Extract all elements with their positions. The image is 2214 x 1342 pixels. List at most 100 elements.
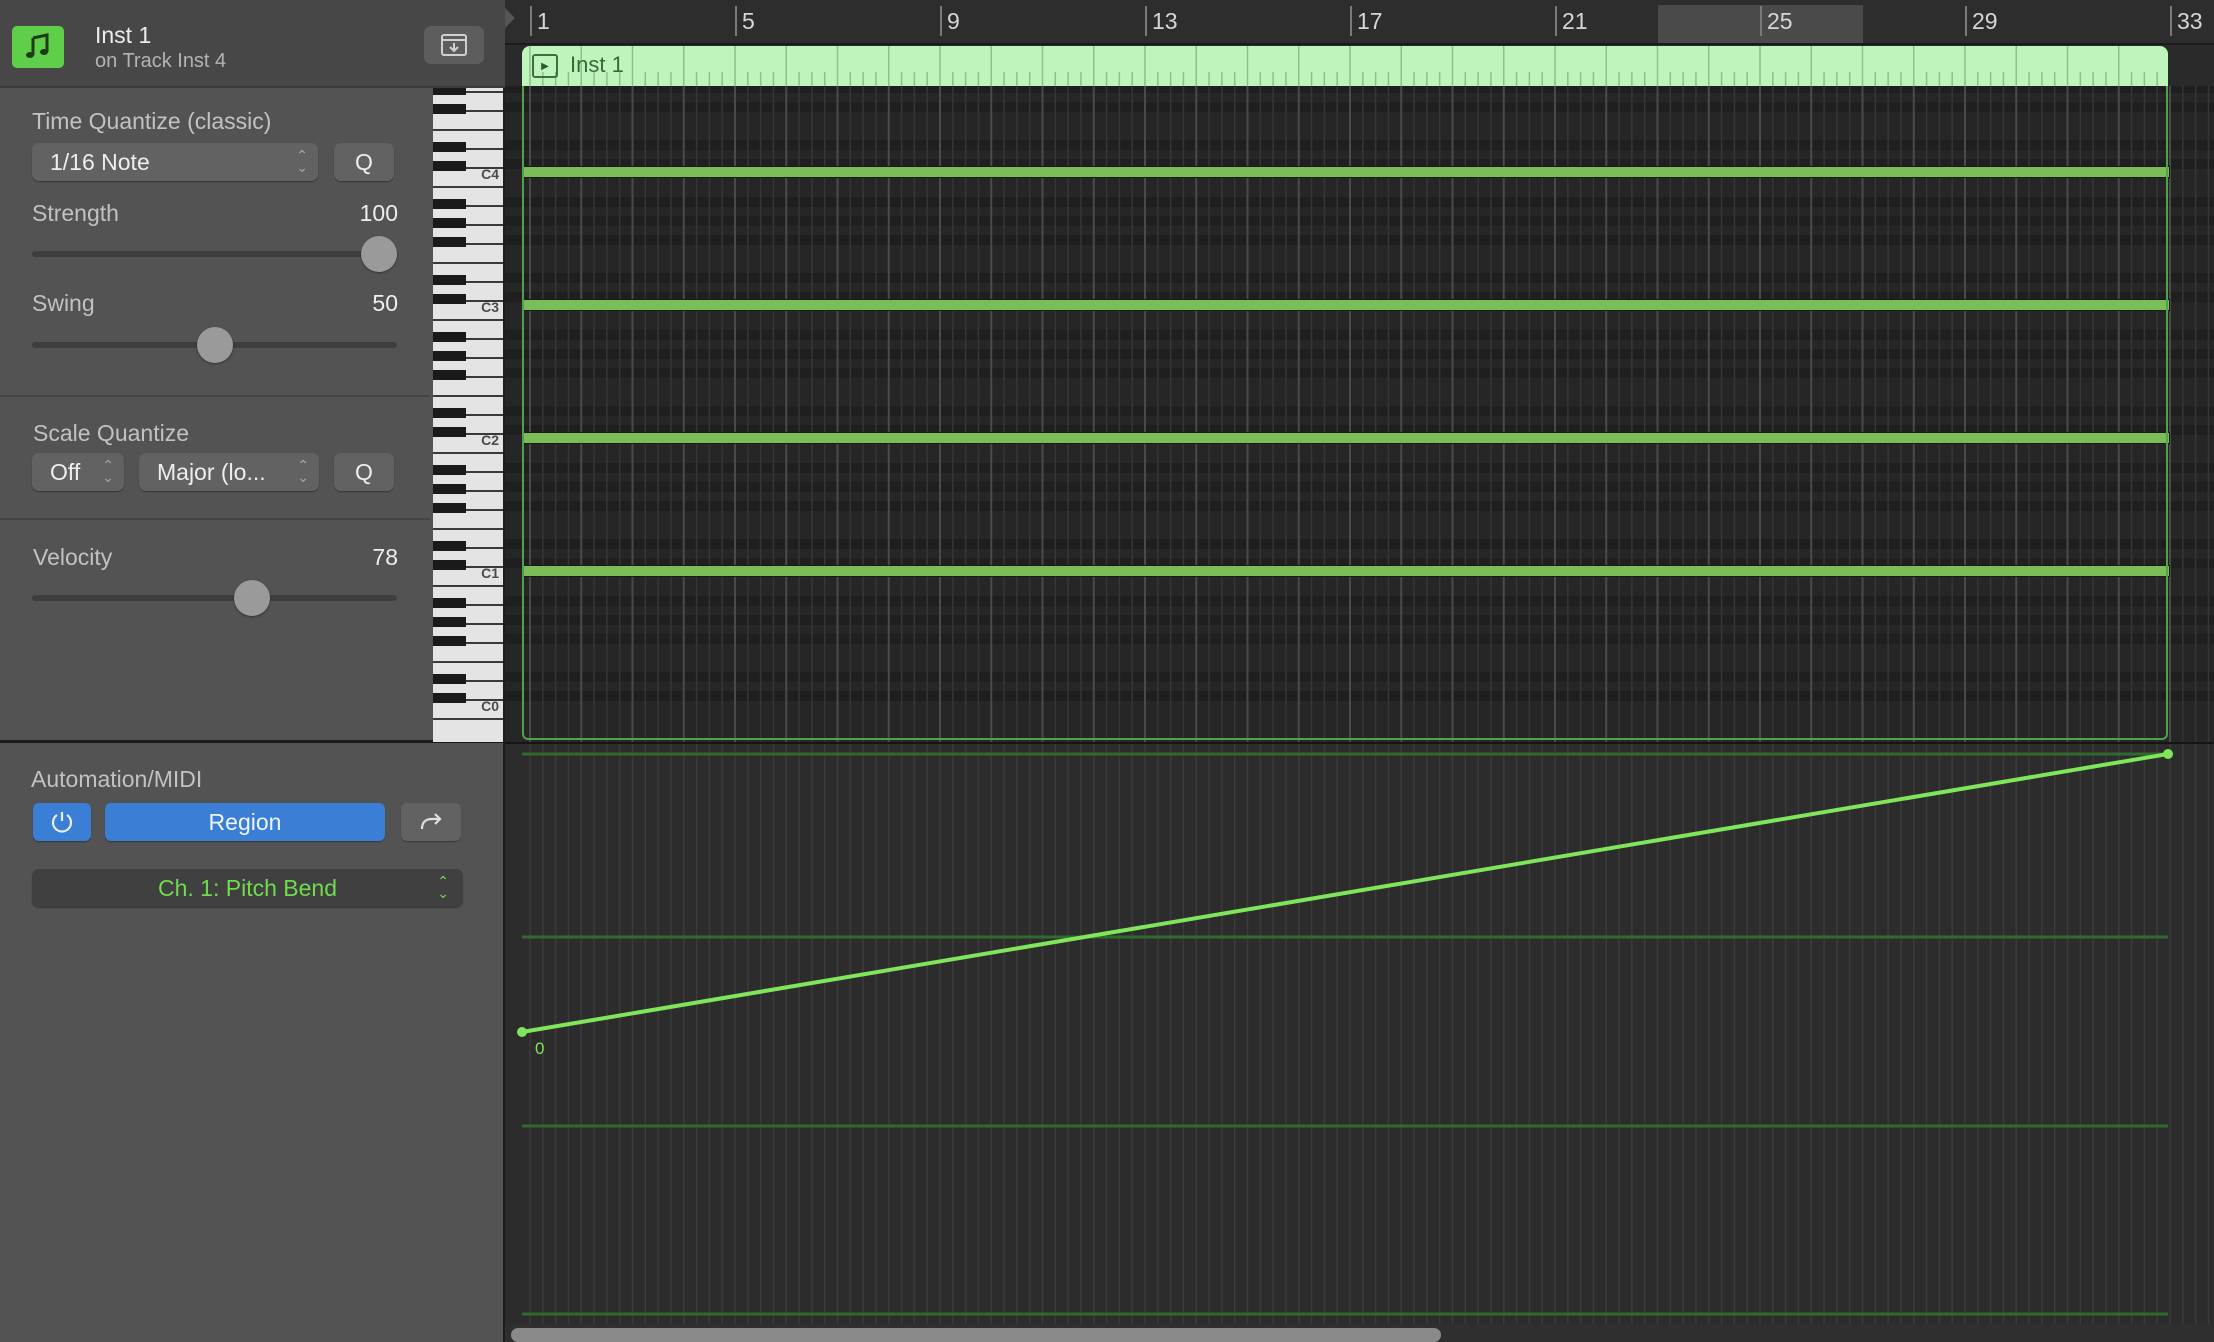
section-divider — [0, 395, 430, 397]
automation-point[interactable] — [517, 1027, 527, 1037]
black-key[interactable] — [433, 541, 466, 551]
arrow-forward-icon — [420, 813, 442, 830]
scale-type-popup[interactable]: Major (lo... ⌃ ⌄ — [139, 453, 319, 491]
ruler-bar-number: 1 — [530, 6, 550, 36]
region-frame — [522, 86, 2168, 740]
white-key-divider — [433, 262, 503, 264]
time-quantize-value: 1/16 Note — [50, 148, 150, 175]
horizontal-scrollbar[interactable] — [505, 1324, 2214, 1342]
black-key[interactable] — [433, 465, 466, 475]
octave-label: C4 — [481, 166, 499, 182]
ruler-bar-numbers: 1 5 9 13 17 21 25 29 33 — [0, 0, 2214, 45]
strength-value: 100 — [359, 200, 398, 226]
automation-label: Automation/MIDI — [31, 766, 203, 792]
region-inspector: Inst 1 on Track Inst 4 Time Quantize (cl… — [0, 0, 505, 1342]
white-key-divider — [433, 186, 503, 188]
ruler-bar-number: 5 — [735, 6, 755, 36]
swing-label: Swing — [32, 290, 95, 316]
ruler-bar-number: 9 — [940, 6, 960, 36]
region-mode-button[interactable]: Region — [105, 803, 385, 841]
automation-power-button[interactable] — [33, 803, 91, 841]
time-quantize-label: Time Quantize (classic) — [32, 108, 272, 134]
black-key[interactable] — [433, 237, 466, 247]
black-key[interactable] — [433, 275, 466, 285]
automation-forward-button[interactable] — [401, 803, 461, 841]
black-key[interactable] — [433, 560, 466, 570]
octave-label: C3 — [481, 299, 499, 315]
black-key[interactable] — [433, 484, 466, 494]
velocity-value: 78 — [372, 544, 398, 570]
black-key[interactable] — [433, 351, 466, 361]
black-key[interactable] — [433, 693, 466, 703]
swing-value: 50 — [372, 290, 398, 316]
black-key[interactable] — [433, 674, 466, 684]
black-key[interactable] — [433, 294, 466, 304]
time-quantize-popup[interactable]: 1/16 Note ⌃ ⌄ — [32, 143, 318, 181]
black-key[interactable] — [433, 503, 466, 513]
black-key[interactable] — [433, 598, 466, 608]
region-tick-marks — [529, 46, 2158, 86]
white-key-divider — [433, 585, 503, 587]
velocity-label: Velocity — [33, 544, 113, 570]
white-key-divider — [433, 129, 503, 131]
octave-label: C1 — [481, 565, 499, 581]
section-divider — [0, 518, 430, 520]
updown-chevron-icon: ⌃ ⌄ — [102, 457, 114, 485]
section-divider — [0, 740, 505, 743]
black-key[interactable] — [433, 332, 466, 342]
strength-slider-track[interactable] — [32, 251, 397, 257]
region-label: Inst 1 — [570, 52, 624, 77]
white-key-divider — [433, 528, 503, 530]
black-key[interactable] — [433, 199, 466, 209]
black-key[interactable] — [433, 218, 466, 228]
black-key[interactable] — [433, 617, 466, 627]
velocity-slider-knob[interactable] — [234, 580, 270, 616]
updown-chevron-icon: ⌃ ⌄ — [296, 147, 308, 175]
ruler-bar-number: 13 — [1145, 6, 1178, 36]
white-key-divider — [433, 661, 503, 663]
octave-label: C0 — [481, 698, 499, 714]
updown-chevron-icon: ⌃ ⌄ — [437, 873, 449, 901]
swing-slider-knob[interactable] — [196, 327, 233, 363]
black-key[interactable] — [433, 161, 466, 171]
scale-root-popup[interactable]: Off ⌃ ⌄ — [32, 453, 124, 491]
automation-point[interactable] — [2163, 749, 2173, 759]
white-key-divider — [433, 718, 503, 720]
region-play-icon[interactable]: ▶ — [532, 54, 558, 78]
black-key[interactable] — [433, 104, 466, 114]
region-header[interactable]: ▶ Inst 1 — [522, 46, 2168, 86]
black-key[interactable] — [433, 88, 466, 95]
black-key[interactable] — [433, 427, 466, 437]
automation-graph: 0 — [517, 744, 2210, 1326]
strength-label: Strength — [32, 200, 119, 226]
black-key[interactable] — [433, 408, 466, 418]
scale-quantize-q-button[interactable]: Q — [334, 453, 394, 491]
scale-root-value: Off — [50, 458, 81, 485]
black-key[interactable] — [433, 142, 466, 152]
black-key[interactable] — [433, 370, 466, 380]
automation-lane[interactable]: 0 — [505, 742, 2214, 1326]
track-name: on Track Inst 4 — [95, 50, 227, 72]
white-key-divider — [433, 452, 503, 454]
automation-parameter-popup[interactable]: Ch. 1: Pitch Bend ⌃ ⌄ — [32, 869, 463, 907]
white-key-divider — [433, 395, 503, 397]
updown-chevron-icon: ⌃ ⌄ — [297, 457, 309, 485]
time-quantize-q-button[interactable]: Q — [334, 143, 394, 181]
strength-slider-knob[interactable] — [361, 236, 397, 272]
scale-quantize-label: Scale Quantize — [33, 420, 189, 446]
power-icon — [51, 812, 73, 833]
ruler-bar-number: 33 — [2170, 6, 2203, 36]
scrollbar-thumb[interactable] — [511, 1328, 1441, 1342]
black-key[interactable] — [433, 636, 466, 646]
piano-keyboard[interactable]: C4 C3 C2 C1 C0 — [433, 88, 503, 742]
ruler-bar-number: 17 — [1350, 6, 1383, 36]
velocity-slider-track[interactable] — [32, 595, 397, 601]
pitch-bend-curve[interactable] — [521, 752, 2169, 1034]
automation-parameter-value: Ch. 1: Pitch Bend — [158, 874, 337, 901]
white-key-divider — [433, 319, 503, 321]
ruler-bar-number: 21 — [1555, 6, 1588, 36]
scale-type-value: Major (lo... — [157, 458, 266, 485]
ruler-bar-number: 29 — [1965, 6, 1998, 36]
octave-label: C2 — [481, 432, 499, 448]
ruler-bar-number: 25 — [1760, 6, 1793, 36]
